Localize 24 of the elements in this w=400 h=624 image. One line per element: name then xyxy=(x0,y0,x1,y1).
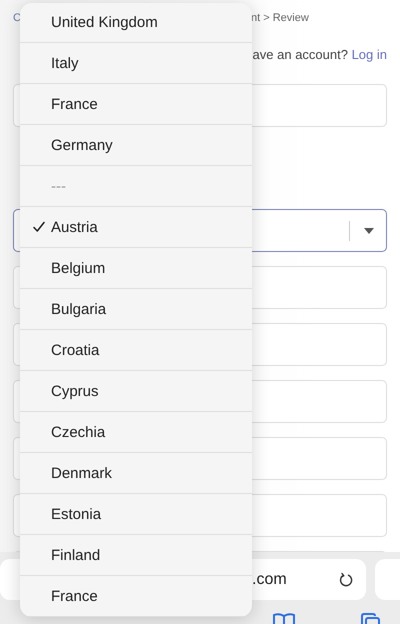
menu-option[interactable]: Italy xyxy=(20,43,252,84)
book-icon[interactable] xyxy=(272,612,296,624)
caret-icon xyxy=(364,228,374,234)
checkmark-icon xyxy=(33,221,45,233)
reload-icon[interactable] xyxy=(338,572,354,588)
address-text: .com xyxy=(252,570,287,588)
menu-separator: --- xyxy=(20,166,252,207)
login-link[interactable]: Log in xyxy=(352,46,387,62)
menu-option[interactable]: France xyxy=(20,84,252,125)
menu-option[interactable]: Belgium xyxy=(20,248,252,289)
breadcrumb-trail: nt > Review xyxy=(251,12,309,24)
menu-option[interactable]: Croatia xyxy=(20,330,252,371)
menu-option[interactable]: Estonia xyxy=(20,494,252,535)
tabs-icon[interactable] xyxy=(360,612,382,624)
menu-option[interactable]: Germany xyxy=(20,125,252,166)
menu-option[interactable]: Czechia xyxy=(20,412,252,453)
menu-option[interactable]: France xyxy=(20,576,252,617)
menu-option[interactable]: Finland xyxy=(20,535,252,576)
menu-option[interactable]: Austria xyxy=(20,207,252,248)
menu-option[interactable]: Cyprus xyxy=(20,371,252,412)
menu-option[interactable]: Bulgaria xyxy=(20,289,252,330)
menu-option[interactable]: United Kingdom xyxy=(20,3,252,43)
account-prompt: ave an account? Log in xyxy=(252,46,387,62)
menu-option[interactable]: Denmark xyxy=(20,453,252,494)
